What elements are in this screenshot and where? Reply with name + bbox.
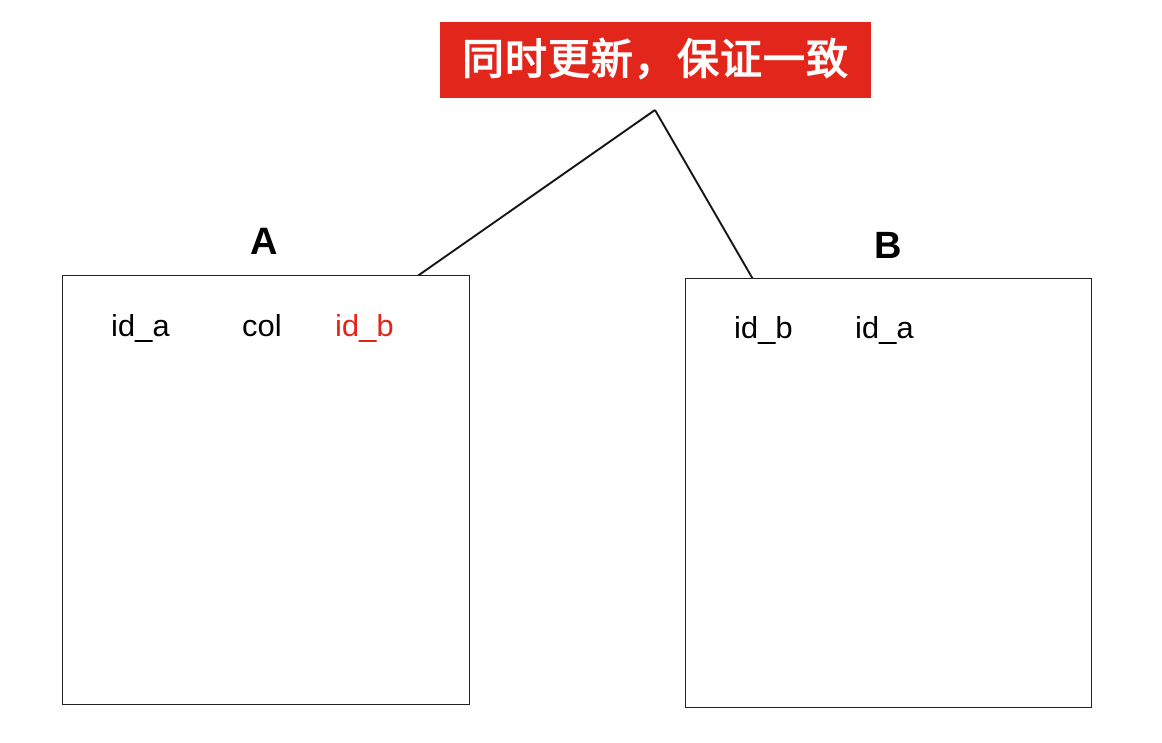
table-b-title: B: [874, 225, 902, 267]
table-b-column-id-b: id_b: [734, 310, 793, 345]
table-b-column-id-a: id_a: [855, 310, 914, 345]
table-a-column-col: col: [242, 308, 282, 343]
table-b-box: id_b id_a: [685, 278, 1092, 708]
table-a-title: A: [250, 221, 278, 263]
table-a-column-id-b: id_b: [335, 308, 394, 343]
table-a-column-id-a: id_a: [111, 308, 170, 343]
callout-label: 同时更新，保证一致: [440, 22, 871, 98]
table-a-box: id_a col id_b: [62, 275, 470, 705]
